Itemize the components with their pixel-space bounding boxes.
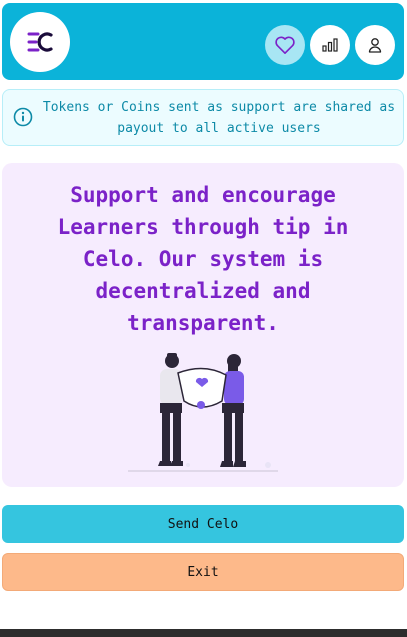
app-logo[interactable] <box>10 12 70 72</box>
people-support-illustration <box>128 353 278 472</box>
user-icon <box>368 38 382 53</box>
heart-icon <box>275 36 295 54</box>
favorites-button[interactable] <box>265 25 305 65</box>
stats-button[interactable] <box>310 25 350 65</box>
logo-mark-icon <box>27 32 53 52</box>
profile-button[interactable] <box>355 25 395 65</box>
exit-button[interactable]: Exit <box>2 553 404 591</box>
notice-text: Tokens or Coins sent as support are shar… <box>42 100 396 136</box>
support-card: Support and encourage Learners through t… <box>2 163 404 487</box>
info-notice: Tokens or Coins sent as support are shar… <box>2 89 404 146</box>
info-icon <box>13 107 33 127</box>
chart-icon <box>322 38 338 52</box>
send-celo-button[interactable]: Send Celo <box>2 505 404 543</box>
header-bar <box>2 3 404 80</box>
bottom-strip <box>0 629 407 637</box>
support-headline: Support and encourage Learners through t… <box>57 183 349 335</box>
